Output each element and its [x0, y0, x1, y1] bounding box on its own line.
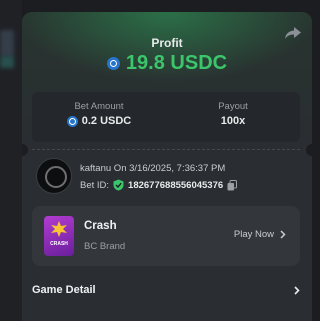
- bet-amount-stat: Bet Amount 0.2 USDC: [32, 101, 166, 127]
- profit-amount: 19.8 USDC: [125, 52, 228, 74]
- crash-logo-icon: [51, 221, 67, 237]
- divider: [32, 149, 300, 150]
- background-blur: [0, 30, 14, 56]
- usdc-icon: [106, 57, 120, 70]
- bet-amount-value: 0.2 USDC: [81, 115, 132, 127]
- bet-stats: Bet Amount 0.2 USDC Payout 100x: [32, 92, 300, 142]
- shield-check-icon: [113, 179, 124, 191]
- bet-amount-label: Bet Amount: [74, 101, 124, 112]
- bet-id-row: Bet ID: 182677688556045376: [80, 179, 238, 191]
- game-thumbnail-text: CRASH: [50, 241, 68, 247]
- background-blur: [0, 56, 14, 68]
- play-now-button[interactable]: Play Now: [234, 229, 286, 240]
- chevron-right-icon: [294, 286, 300, 295]
- game-detail-label: Game Detail: [32, 284, 96, 296]
- payout-value-row: 100x: [166, 115, 300, 127]
- game-brand: BC Brand: [84, 241, 126, 252]
- avatar[interactable]: [36, 158, 72, 194]
- avatar-image: [45, 166, 67, 188]
- bet-id-value: 182677688556045376: [128, 179, 224, 191]
- bet-id-label: Bet ID:: [80, 179, 110, 191]
- bet-detail-card: Profit 19.8 USDC Bet Amount 0.2 USDC Pay…: [22, 12, 312, 321]
- profit-value: 19.8 USDC: [22, 52, 312, 75]
- copy-icon[interactable]: [227, 179, 238, 191]
- game-thumbnail: CRASH: [44, 216, 74, 256]
- game-detail-row[interactable]: Game Detail: [32, 280, 300, 300]
- bet-amount-value-row: 0.2 USDC: [32, 115, 166, 127]
- user-timestamp: kaftanu On 3/16/2025, 7:36:37 PM: [80, 163, 226, 174]
- chevron-right-icon: [280, 230, 286, 239]
- ticket-notch: [22, 144, 28, 156]
- payout-label: Payout: [218, 101, 248, 112]
- usdc-icon: [66, 115, 78, 127]
- game-name: Crash: [84, 220, 117, 232]
- game-card[interactable]: CRASH Crash BC Brand Play Now: [32, 206, 300, 266]
- payout-value: 100x: [220, 115, 246, 127]
- profit-label: Profit: [151, 36, 183, 50]
- payout-stat: Payout 100x: [166, 101, 300, 127]
- background-panel: [0, 0, 22, 321]
- ticket-notch: [306, 144, 312, 156]
- play-now-label: Play Now: [233, 229, 274, 240]
